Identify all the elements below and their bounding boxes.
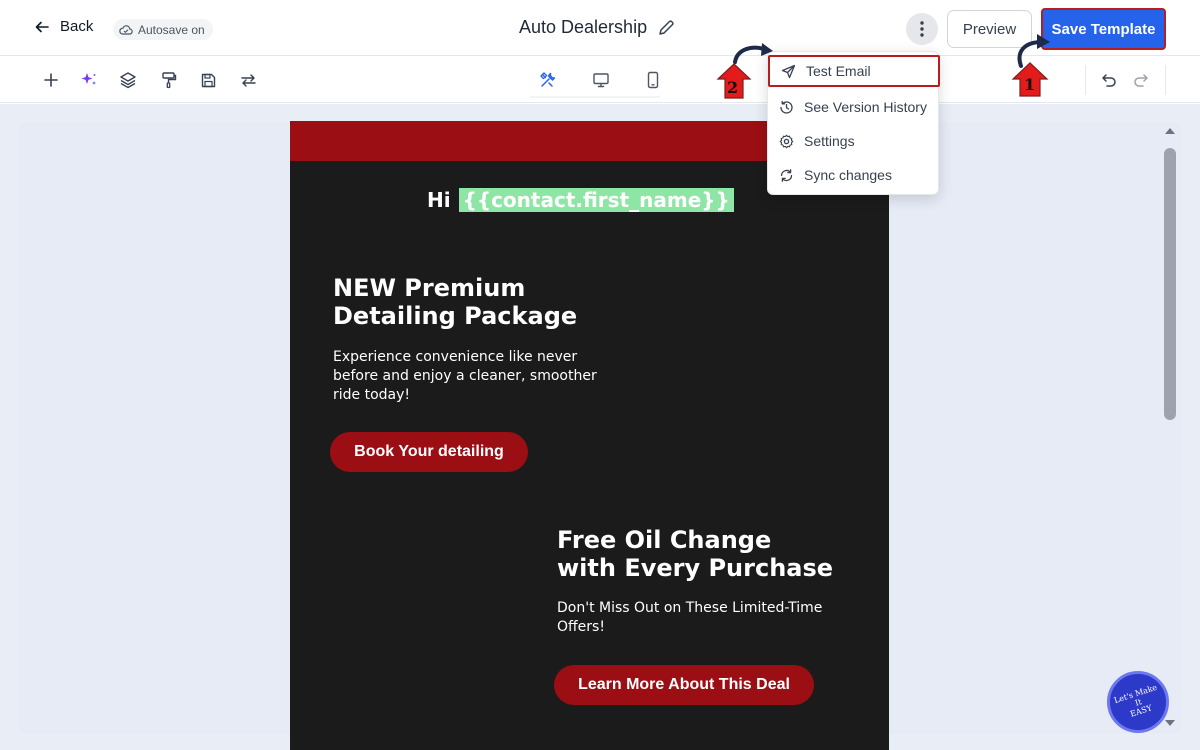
- menu-item-settings[interactable]: Settings: [768, 125, 940, 157]
- section1-body-line: before and enjoy a cleaner, smoother: [333, 368, 597, 384]
- pencil-icon[interactable]: [657, 19, 675, 37]
- section2-heading-line: Free Oil Change: [557, 526, 772, 554]
- autosave-label: Autosave on: [138, 22, 205, 37]
- desktop-icon[interactable]: [590, 69, 612, 91]
- view-switcher-underline: [530, 96, 660, 98]
- toolbar-divider: [1085, 65, 1086, 95]
- toolbar-divider: [1165, 65, 1166, 95]
- template-title-text: Auto Dealership: [519, 17, 648, 37]
- section2-body-line: Offers!: [557, 619, 605, 635]
- menu-item-label: See Version History: [804, 99, 927, 115]
- back-label: Back: [60, 18, 94, 35]
- step-1-label: 1: [1024, 75, 1036, 94]
- merge-tag[interactable]: {{contact.first_name}}: [458, 188, 734, 212]
- back-button[interactable]: Back: [34, 18, 93, 35]
- mobile-icon[interactable]: [642, 69, 664, 91]
- menu-item-label: Settings: [804, 133, 855, 149]
- learn-more-button[interactable]: Learn More About This Deal: [554, 665, 814, 705]
- scroll-up-arrow-icon[interactable]: [1162, 124, 1178, 138]
- more-options-button[interactable]: [906, 13, 938, 45]
- send-icon: [781, 64, 796, 78]
- autosave-badge: Autosave on: [113, 19, 213, 40]
- cloud-check-icon: [119, 24, 133, 35]
- email-preview[interactable]: Hi {{contact.first_name}} NEW Premium De…: [290, 121, 889, 750]
- add-icon[interactable]: [40, 69, 62, 91]
- arrow-left-icon: [35, 21, 49, 32]
- redo-icon[interactable]: [1130, 69, 1152, 91]
- menu-item-sync-changes[interactable]: Sync changes: [768, 159, 940, 191]
- section1-body-line: Experience convenience like never: [333, 349, 578, 365]
- paint-roller-icon[interactable]: [158, 69, 180, 91]
- history-icon: [780, 100, 793, 114]
- section1-heading-line: NEW Premium: [333, 274, 526, 302]
- section1-heading-line: Detailing Package: [333, 302, 578, 330]
- email-greeting: Hi {{contact.first_name}}: [427, 188, 734, 212]
- template-title: Auto Dealership: [519, 17, 675, 38]
- step-2-label: 2: [727, 78, 739, 97]
- canvas-scrollbar-thumb[interactable]: [1164, 148, 1176, 420]
- menu-item-test-email[interactable]: Test Email: [768, 55, 940, 87]
- section1-heading[interactable]: NEW Premium Detailing Package: [333, 274, 577, 330]
- layers-icon[interactable]: [117, 69, 139, 91]
- brand-badge-logo: Let's Make It EASY: [1107, 671, 1169, 733]
- section1-body[interactable]: Experience convenience like never before…: [333, 348, 597, 405]
- greeting-text: Hi: [427, 188, 451, 212]
- ai-sparkle-icon[interactable]: [78, 69, 100, 91]
- section2-heading[interactable]: Free Oil Change with Every Purchase: [557, 526, 833, 582]
- section2-body[interactable]: Don't Miss Out on These Limited-Time Off…: [557, 599, 822, 637]
- undo-icon[interactable]: [1098, 69, 1120, 91]
- swap-icon[interactable]: [237, 69, 259, 91]
- section2-body-line: Don't Miss Out on These Limited-Time: [557, 600, 823, 616]
- sync-icon: [780, 168, 793, 182]
- book-detailing-button[interactable]: Book Your detailing: [330, 432, 528, 472]
- save-icon[interactable]: [197, 69, 219, 91]
- section1-body-line: ride today!: [333, 387, 411, 403]
- menu-item-version-history[interactable]: See Version History: [768, 91, 940, 123]
- menu-item-label: Test Email: [806, 63, 871, 79]
- kebab-icon: [920, 21, 924, 37]
- settings-icon: [779, 134, 794, 148]
- section2-heading-line: with Every Purchase: [557, 554, 834, 582]
- step-2-annotation-icon: [716, 43, 773, 99]
- build-icon[interactable]: [537, 69, 559, 91]
- menu-item-label: Sync changes: [804, 167, 892, 183]
- more-options-menu: Test Email See Version History Settings …: [767, 51, 940, 195]
